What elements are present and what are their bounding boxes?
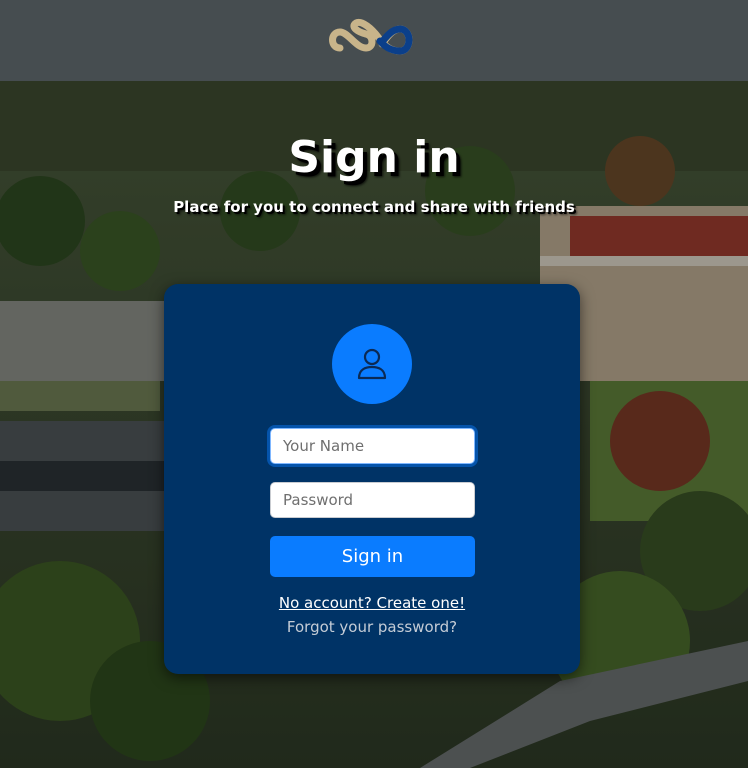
page-subtitle: Place for you to connect and share with … [173,198,575,216]
top-header-bar [0,0,748,81]
create-account-link[interactable]: No account? Create one! [164,594,580,612]
sign-in-card: Sign in No account? Create one! Forgot y… [164,284,580,674]
user-icon [357,348,387,380]
password-input[interactable] [270,482,475,518]
sign-in-page: Sign in Place for you to connect and sha… [0,0,748,768]
name-input[interactable] [270,428,475,464]
page-title: Sign in [288,132,460,183]
forgot-password-link[interactable]: Forgot your password? [164,618,580,636]
infinity-logo-icon[interactable] [326,17,418,63]
avatar [332,324,412,404]
sign-in-button[interactable]: Sign in [270,536,475,577]
